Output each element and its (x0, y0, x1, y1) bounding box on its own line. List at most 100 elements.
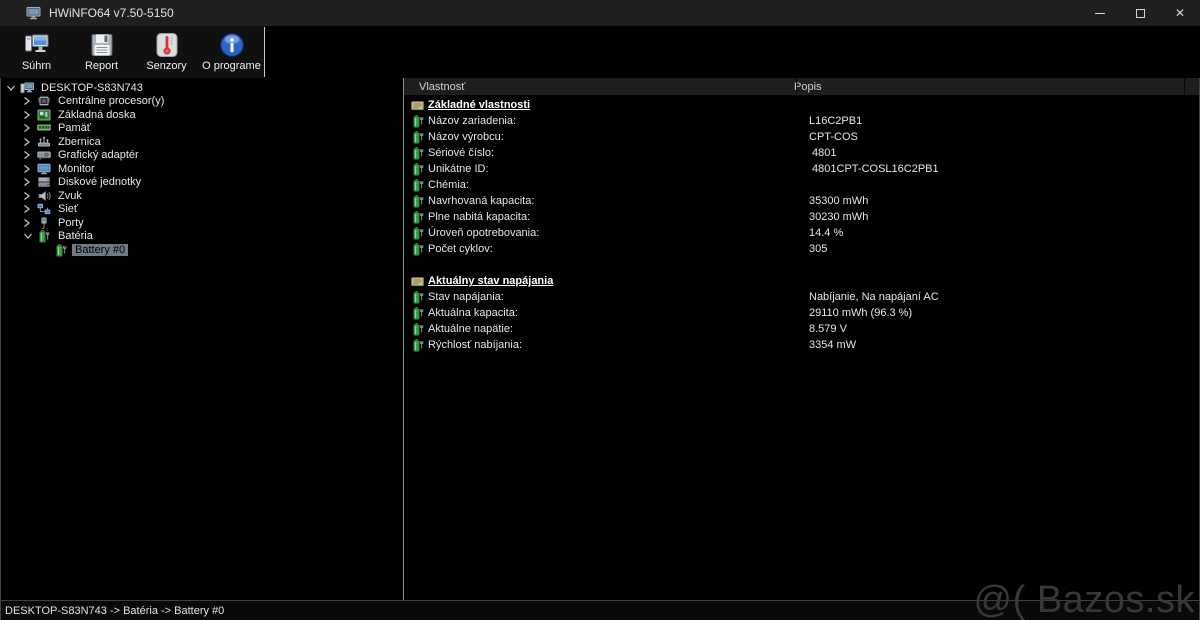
minimize-button[interactable] (1080, 0, 1120, 26)
chevron-collapsed-icon[interactable] (23, 218, 37, 228)
tree-item-monitor[interactable]: Monitor (1, 162, 403, 176)
column-divider-right[interactable] (1184, 78, 1185, 95)
disk-icon (37, 176, 51, 188)
chevron-collapsed-icon[interactable] (23, 177, 37, 187)
toolbar-button-label: Súhrn (22, 60, 51, 72)
property-section-z-kladn-vlastnosti: Základné vlastnosti Názov zariadenia:L16C… (404, 97, 1199, 257)
tree-item-grafick-adapt-r[interactable]: Grafický adaptér (1, 149, 403, 163)
tree-item-label: Batéria (55, 230, 96, 242)
section-header: Aktuálny stav napájania (404, 273, 1199, 289)
property-row-plne-nabit-kapacita[interactable]: Plne nabitá kapacita:30230 mWh (404, 209, 1199, 225)
tree-item-zvuk[interactable]: Zvuk (1, 189, 403, 203)
property-label: Rýchlosť nabíjania: (428, 339, 796, 351)
battery-icon (411, 339, 425, 352)
hwinfo-window: HWiNFO64 v7.50-5150 ✕ Súhrn Report Senzory… (0, 0, 1200, 620)
bus-icon (37, 136, 51, 148)
toolbar-button-o-programe[interactable]: O programe (199, 26, 264, 78)
property-label: Počet cyklov: (428, 243, 796, 255)
property-value: 30230 mWh (796, 211, 868, 223)
chevron-collapsed-icon[interactable] (23, 150, 37, 160)
chevron-expanded-icon[interactable] (6, 83, 20, 93)
property-row-unik-tne-id[interactable]: Unikátne ID: 4801CPT-COSL16C2PB1 (404, 161, 1199, 177)
property-row-po-et-cyklov[interactable]: Počet cyklov:305 (404, 241, 1199, 257)
property-row-aktu-lna-kapacita[interactable]: Aktuálna kapacita:29110 mWh (96.3 %) (404, 305, 1199, 321)
column-divider[interactable] (796, 78, 797, 95)
property-value: 4801 (796, 147, 837, 159)
battery-icon (411, 211, 425, 224)
statusbar: DESKTOP-S83N743 -> Batéria -> Battery #0 (0, 600, 1200, 620)
toolbar-button-senzory[interactable]: Senzory (134, 26, 199, 78)
ports-icon (37, 217, 51, 229)
window-title: HWiNFO64 v7.50-5150 (49, 6, 174, 20)
battery-icon (411, 323, 425, 336)
tree-item-diskov-jednotky[interactable]: Diskové jednotky (1, 176, 403, 190)
property-sections: Základné vlastnosti Názov zariadenia:L16C… (404, 95, 1199, 353)
tree-item-bat-ria[interactable]: Batéria (1, 230, 403, 244)
titlebar: HWiNFO64 v7.50-5150 ✕ (0, 0, 1200, 26)
property-row-n-zov-v-robcu[interactable]: Názov výrobcu:CPT-COS (404, 129, 1199, 145)
property-row-ch-mia[interactable]: Chémia: (404, 177, 1199, 193)
main-area: DESKTOP-S83N743Centrálne procesor(y)Zákl… (0, 78, 1200, 600)
property-section-aktu-lny-stav-nap-jania: Aktuálny stav napájania Stav napájania:Na… (404, 273, 1199, 353)
tree-item-z-kladn-doska[interactable]: Základná doska (1, 108, 403, 122)
property-value: CPT-COS (796, 131, 858, 143)
battery-icon (411, 179, 425, 192)
maximize-button[interactable] (1120, 0, 1160, 26)
property-value: L16C2PB1 (796, 115, 862, 127)
battery-icon (411, 291, 425, 304)
chevron-collapsed-icon[interactable] (23, 191, 37, 201)
section-header: Základné vlastnosti (404, 97, 1199, 113)
computer-icon (20, 82, 34, 94)
minimize-icon (1095, 13, 1105, 14)
toolbar-button-report[interactable]: Report (69, 26, 134, 78)
close-button[interactable]: ✕ (1160, 0, 1200, 26)
close-icon: ✕ (1175, 7, 1185, 19)
battery-icon (411, 307, 425, 320)
chevron-collapsed-icon[interactable] (23, 137, 37, 147)
toolbar-button-s-hrn[interactable]: Súhrn (4, 26, 69, 78)
battery-icon (411, 195, 425, 208)
chevron-collapsed-icon[interactable] (23, 96, 37, 106)
property-label: Chémia: (428, 179, 796, 191)
property-label: Aktuálna kapacita: (428, 307, 796, 319)
chevron-collapsed-icon[interactable] (23, 123, 37, 133)
property-row-navrhovan-kapacita[interactable]: Navrhovaná kapacita:35300 mWh (404, 193, 1199, 209)
column-header-vlastnost[interactable]: Vlastnosť (404, 81, 781, 93)
toolbar-separator (264, 27, 265, 77)
window-controls: ✕ (1080, 0, 1200, 26)
sensors-icon (154, 32, 180, 58)
tree-item-pam[interactable]: Pamäť (1, 122, 403, 136)
tree-item-label: Zvuk (55, 190, 85, 202)
section-icon (411, 100, 425, 111)
property-row-r-chlos-nab-jania[interactable]: Rýchlosť nabíjania:3354 mW (404, 337, 1199, 353)
chevron-collapsed-icon[interactable] (23, 204, 37, 214)
report-icon (89, 32, 115, 58)
tree-item-centr-lne-procesor-y[interactable]: Centrálne procesor(y) (1, 95, 403, 109)
property-row-n-zov-zariadenia[interactable]: Názov zariadenia:L16C2PB1 (404, 113, 1199, 129)
tree-item-battery-0[interactable]: Battery #0 (1, 243, 403, 257)
toolbar-button-label: Senzory (146, 60, 186, 72)
property-label: Názov zariadenia: (428, 115, 796, 127)
property-row-stav-nap-jania[interactable]: Stav napájania:Nabíjanie, Na napájaní AC (404, 289, 1199, 305)
column-header-popis[interactable]: Popis (781, 81, 822, 93)
tree-item-label: Centrálne procesor(y) (55, 95, 167, 107)
property-value: Nabíjanie, Na napájaní AC (796, 291, 939, 303)
section-title: Aktuálny stav napájania (428, 275, 553, 287)
battery-icon (54, 244, 68, 256)
tree-item-porty[interactable]: Porty (1, 216, 403, 230)
tree-item-label: Diskové jednotky (55, 176, 144, 188)
chevron-expanded-icon[interactable] (23, 231, 37, 241)
property-row-aktu-lne-nap-tie[interactable]: Aktuálne napätie:8.579 V (404, 321, 1199, 337)
tree-item-label: Pamäť (55, 122, 94, 134)
section-title: Základné vlastnosti (428, 99, 530, 111)
tree-item-zbernica[interactable]: Zbernica (1, 135, 403, 149)
tree-item-sie[interactable]: Sieť (1, 203, 403, 217)
tree-item-desktop-s83n743[interactable]: DESKTOP-S83N743 (1, 81, 403, 95)
property-row-s-riov-slo[interactable]: Sériové číslo: 4801 (404, 145, 1199, 161)
property-value: 4801CPT-COSL16C2PB1 (796, 163, 939, 175)
chevron-collapsed-icon[interactable] (23, 164, 37, 174)
hwinfo-app-icon (26, 6, 41, 20)
monitor-icon (37, 163, 51, 175)
property-row-rove-opotrebovania[interactable]: Úroveň opotrebovania:14.4 % (404, 225, 1199, 241)
chevron-collapsed-icon[interactable] (23, 110, 37, 120)
